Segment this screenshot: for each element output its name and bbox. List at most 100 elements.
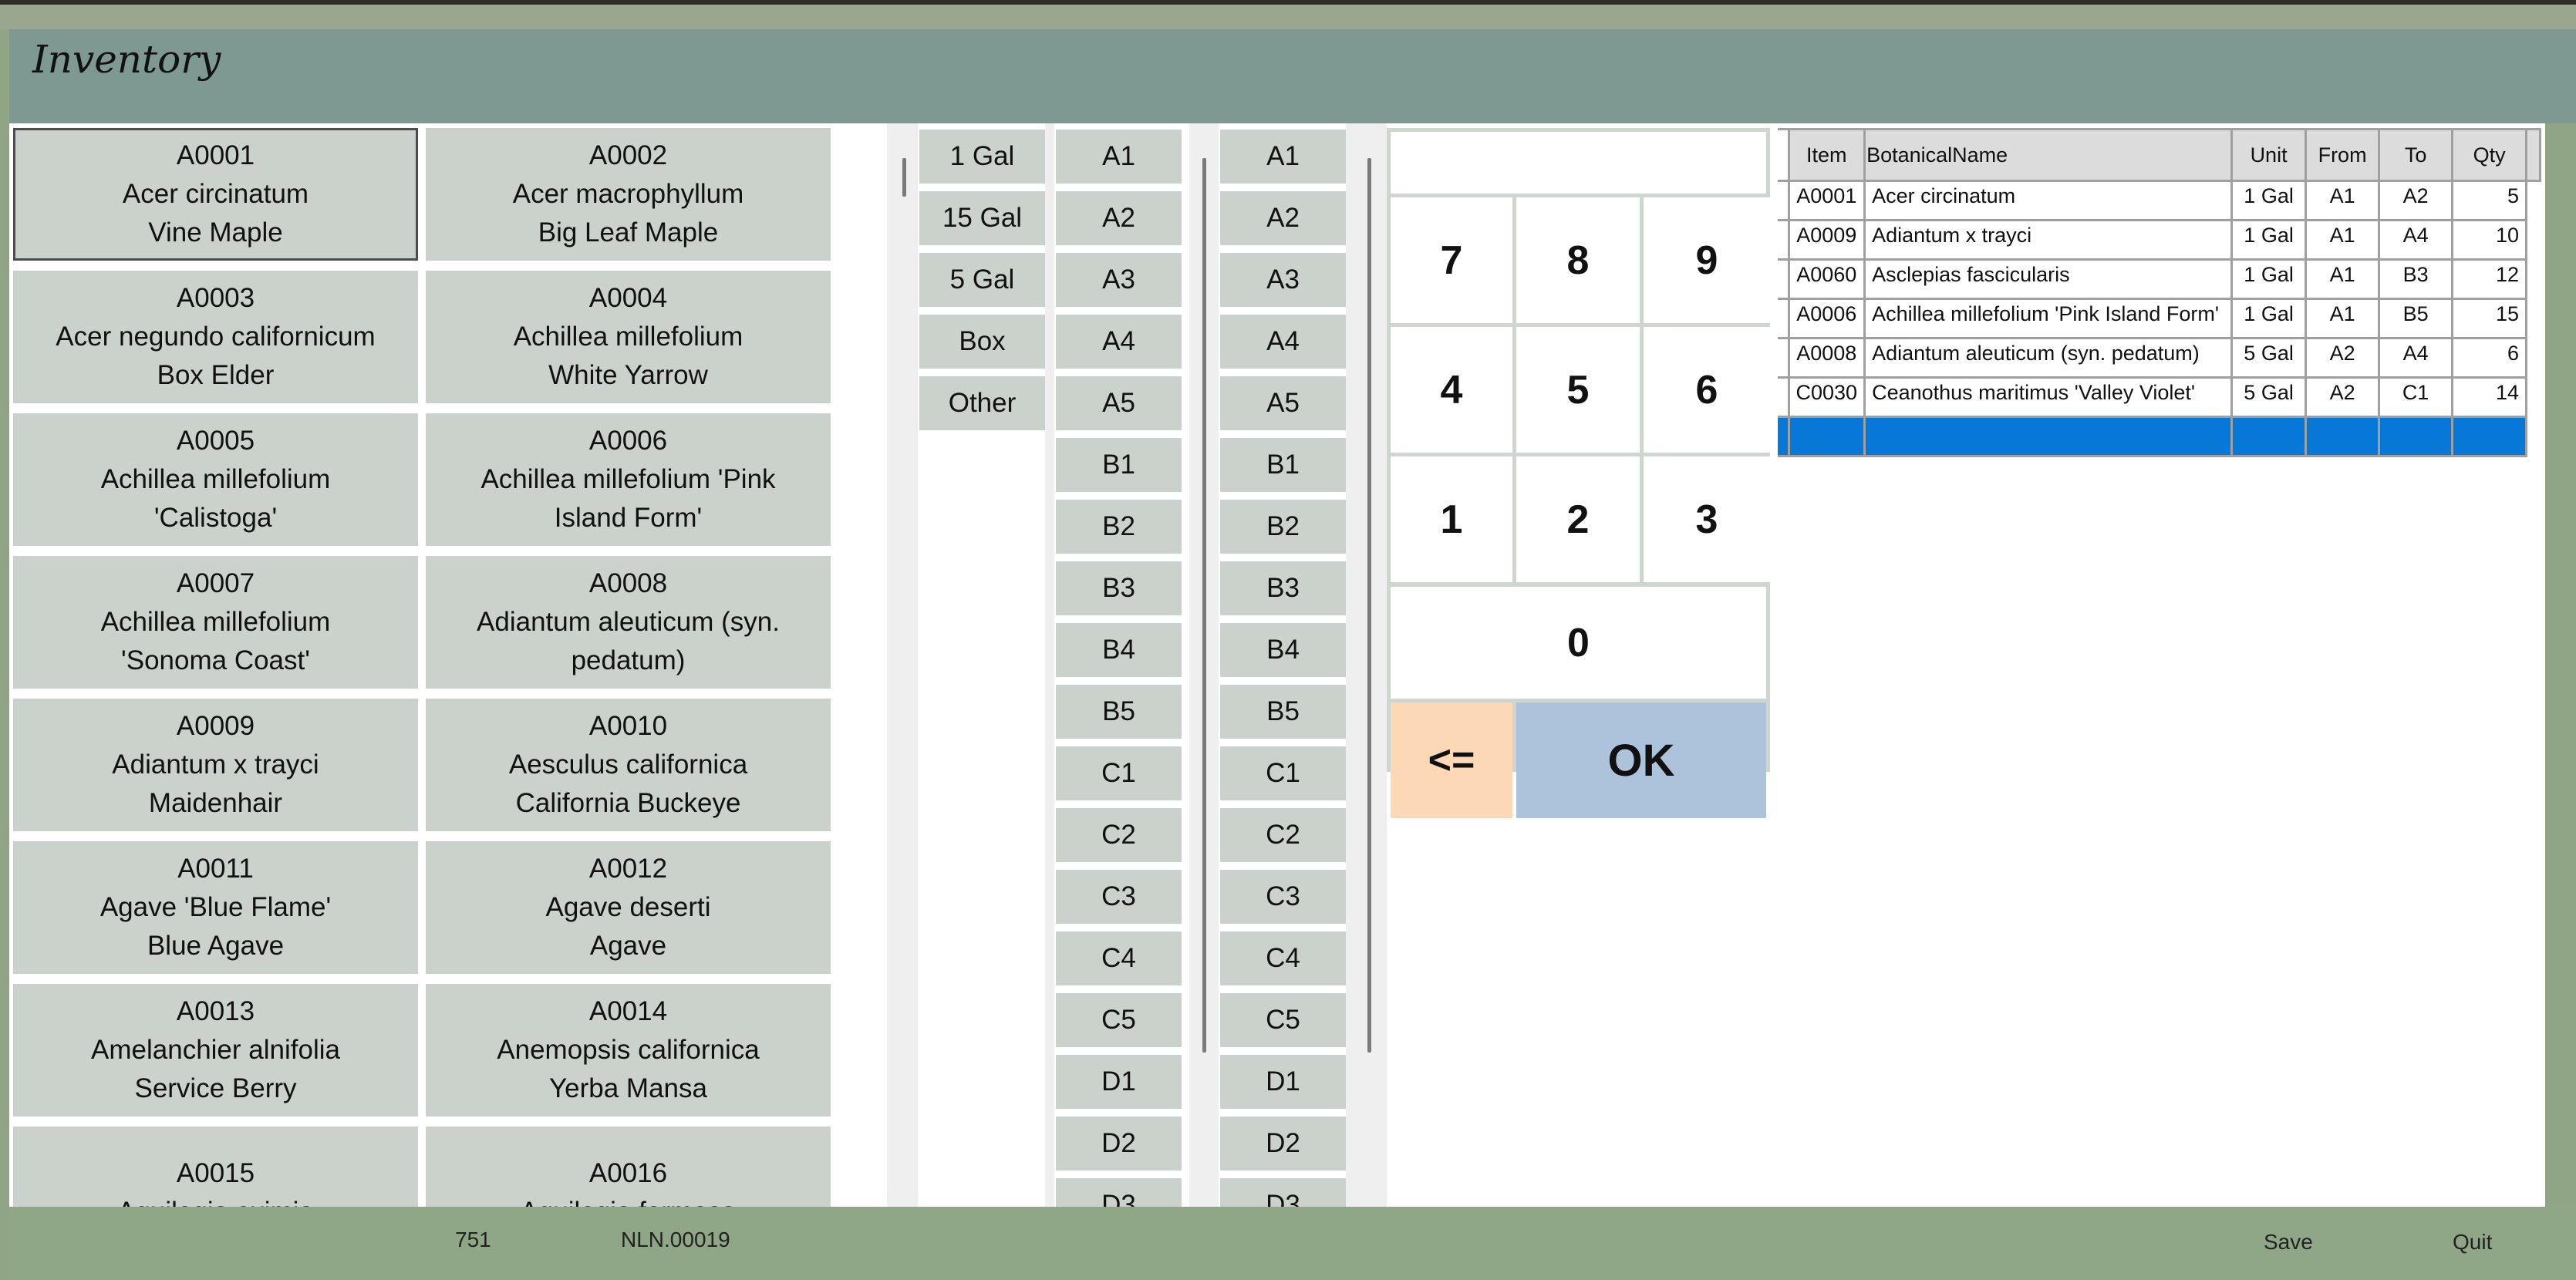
plant-tile-a0016[interactable]: A0016 Aquilegia formosa <box>426 1127 831 1207</box>
column-header-to[interactable]: To <box>2378 128 2454 182</box>
cell-to[interactable]: B5 <box>2378 298 2454 339</box>
key-3[interactable]: 3 <box>1644 456 1770 582</box>
cell-item[interactable]: A0006 <box>1787 298 1866 339</box>
ok-button[interactable]: OK <box>1516 702 1766 818</box>
to-location-c2[interactable]: C2 <box>1220 808 1346 862</box>
row-selector[interactable] <box>1778 376 1790 418</box>
new-row-cell[interactable] <box>2526 416 2541 456</box>
cell-from[interactable]: A1 <box>2305 180 2381 221</box>
to-location-c4[interactable]: C4 <box>1220 931 1346 985</box>
from-location-a3[interactable]: A3 <box>1056 253 1182 307</box>
table-row[interactable]: A0001 Acer circinatum 1 Gal A1 A2 5 <box>1778 180 2541 221</box>
to-location-c1[interactable]: C1 <box>1220 746 1346 800</box>
cell-to[interactable]: A4 <box>2378 219 2454 261</box>
unit-button-1-gal[interactable]: 1 Gal <box>919 130 1045 184</box>
backspace-button[interactable]: <= <box>1391 702 1512 818</box>
cell-from[interactable]: A2 <box>2305 337 2381 379</box>
plant-tile-a0010[interactable]: A0010 Aesculus californica California Buck… <box>426 699 831 831</box>
cell-item[interactable]: A0009 <box>1787 219 1866 261</box>
column-header-from[interactable]: From <box>2305 128 2381 182</box>
plant-tile-a0007[interactable]: A0007 Achillea millefolium 'Sonoma Coast' <box>13 556 418 689</box>
new-row-cell[interactable] <box>2305 416 2381 457</box>
cell-unit[interactable]: 5 Gal <box>2230 376 2308 418</box>
save-button[interactable]: Save <box>2264 1230 2313 1255</box>
quantity-display[interactable] <box>1391 132 1766 194</box>
column-header-qty[interactable]: Qty <box>2451 128 2528 182</box>
unit-button-box[interactable]: Box <box>919 315 1045 369</box>
plant-grid-scrollbar-track[interactable] <box>887 123 918 1207</box>
from-location-a4[interactable]: A4 <box>1056 315 1182 369</box>
plant-tile-a0012[interactable]: A0012 Agave deserti Agave <box>426 841 831 974</box>
new-row-cell[interactable] <box>2451 416 2528 457</box>
column-header-botanicalname[interactable]: BotanicalName <box>1863 128 2234 182</box>
plant-tile-a0001[interactable]: A0001 Acer circinatum Vine Maple <box>13 128 418 261</box>
from-location-a1[interactable]: A1 <box>1056 130 1182 184</box>
cell-unit[interactable]: 1 Gal <box>2230 180 2308 221</box>
key-2[interactable]: 2 <box>1516 456 1640 582</box>
cell-name[interactable]: Asclepias fascicularis <box>1863 258 2234 300</box>
from-location-scrollbar-thumb[interactable] <box>1202 158 1206 1053</box>
from-location-b1[interactable]: B1 <box>1056 438 1182 492</box>
plant-tile-a0008[interactable]: A0008 Adiantum aleuticum (syn. pedatum) <box>426 556 831 689</box>
new-row-cell[interactable] <box>2230 416 2308 457</box>
cell-from[interactable]: A1 <box>2305 219 2381 261</box>
from-location-d2[interactable]: D2 <box>1056 1117 1182 1171</box>
cell-unit[interactable]: 1 Gal <box>2230 219 2308 261</box>
to-location-a1[interactable]: A1 <box>1220 130 1346 184</box>
to-location-scrollbar-thumb[interactable] <box>1367 158 1371 1053</box>
cell-item[interactable]: A0060 <box>1787 258 1866 300</box>
from-location-d1[interactable]: D1 <box>1056 1055 1182 1109</box>
unit-button-5-gal[interactable]: 5 Gal <box>919 253 1045 307</box>
table-row[interactable]: A0060 Asclepias fascicularis 1 Gal A1 B3 12 <box>1778 258 2541 300</box>
unit-button-15-gal[interactable]: 15 Gal <box>919 191 1045 245</box>
cell-unit[interactable]: 1 Gal <box>2230 258 2308 300</box>
cell-item[interactable]: C0030 <box>1787 376 1866 418</box>
cell-to[interactable]: B3 <box>2378 258 2454 300</box>
cell-qty[interactable]: 14 <box>2451 376 2528 418</box>
cell-unit[interactable]: 1 Gal <box>2230 298 2308 339</box>
cell-name[interactable]: Adiantum aleuticum (syn. pedatum) <box>1863 337 2234 379</box>
key-6[interactable]: 6 <box>1644 327 1770 453</box>
key-8[interactable]: 8 <box>1516 197 1640 323</box>
cell-to[interactable]: C1 <box>2378 376 2454 418</box>
unit-button-other[interactable]: Other <box>919 376 1045 430</box>
from-location-a5[interactable]: A5 <box>1056 376 1182 430</box>
cell-from[interactable]: A1 <box>2305 298 2381 339</box>
quit-button[interactable]: Quit <box>2453 1230 2492 1255</box>
to-location-b3[interactable]: B3 <box>1220 561 1346 615</box>
table-row[interactable]: A0008 Adiantum aleuticum (syn. pedatum) 5 … <box>1778 337 2541 379</box>
cell-unit[interactable]: 5 Gal <box>2230 337 2308 379</box>
plant-tile-a0011[interactable]: A0011 Agave 'Blue Flame' Blue Agave <box>13 841 418 974</box>
plant-tile-a0015[interactable]: A0015 Aquilegia eximia <box>13 1127 418 1207</box>
to-location-c5[interactable]: C5 <box>1220 993 1346 1047</box>
row-selector[interactable] <box>1778 337 1790 379</box>
table-row[interactable]: A0006 Achillea millefolium 'Pink Island F… <box>1778 298 2541 339</box>
key-5[interactable]: 5 <box>1516 327 1640 453</box>
to-location-scrollbar-track[interactable] <box>1346 123 1387 1207</box>
plant-tile-a0004[interactable]: A0004 Achillea millefolium White Yarrow <box>426 271 831 403</box>
from-location-c5[interactable]: C5 <box>1056 993 1182 1047</box>
key-1[interactable]: 1 <box>1391 456 1512 582</box>
to-location-c3[interactable]: C3 <box>1220 870 1346 924</box>
cell-qty[interactable]: 12 <box>2451 258 2528 300</box>
cell-name[interactable]: Adiantum x trayci <box>1863 219 2234 261</box>
new-row-cell[interactable] <box>1863 416 2234 457</box>
cell-to[interactable]: A2 <box>2378 180 2454 221</box>
from-location-b3[interactable]: B3 <box>1056 561 1182 615</box>
cell-qty[interactable]: 6 <box>2451 337 2528 379</box>
plant-tile-a0005[interactable]: A0005 Achillea millefolium 'Calistoga' <box>13 413 418 546</box>
key-4[interactable]: 4 <box>1391 327 1512 453</box>
plant-tile-a0009[interactable]: A0009 Adiantum x trayci Maidenhair <box>13 699 418 831</box>
from-location-a2[interactable]: A2 <box>1056 191 1182 245</box>
from-location-c3[interactable]: C3 <box>1056 870 1182 924</box>
row-selector[interactable] <box>1778 298 1790 339</box>
to-location-a5[interactable]: A5 <box>1220 376 1346 430</box>
plant-tile-a0013[interactable]: A0013 Amelanchier alnifolia Service Berry <box>13 984 418 1117</box>
to-location-d2[interactable]: D2 <box>1220 1117 1346 1171</box>
cell-to[interactable]: A4 <box>2378 337 2454 379</box>
cell-item[interactable]: A0008 <box>1787 337 1866 379</box>
to-location-a3[interactable]: A3 <box>1220 253 1346 307</box>
plant-tile-a0006[interactable]: A0006 Achillea millefolium 'Pink Island Fo… <box>426 413 831 546</box>
cell-item[interactable]: A0001 <box>1787 180 1866 221</box>
table-row[interactable]: C0030 Ceanothus maritimus 'Valley Violet'… <box>1778 376 2541 418</box>
